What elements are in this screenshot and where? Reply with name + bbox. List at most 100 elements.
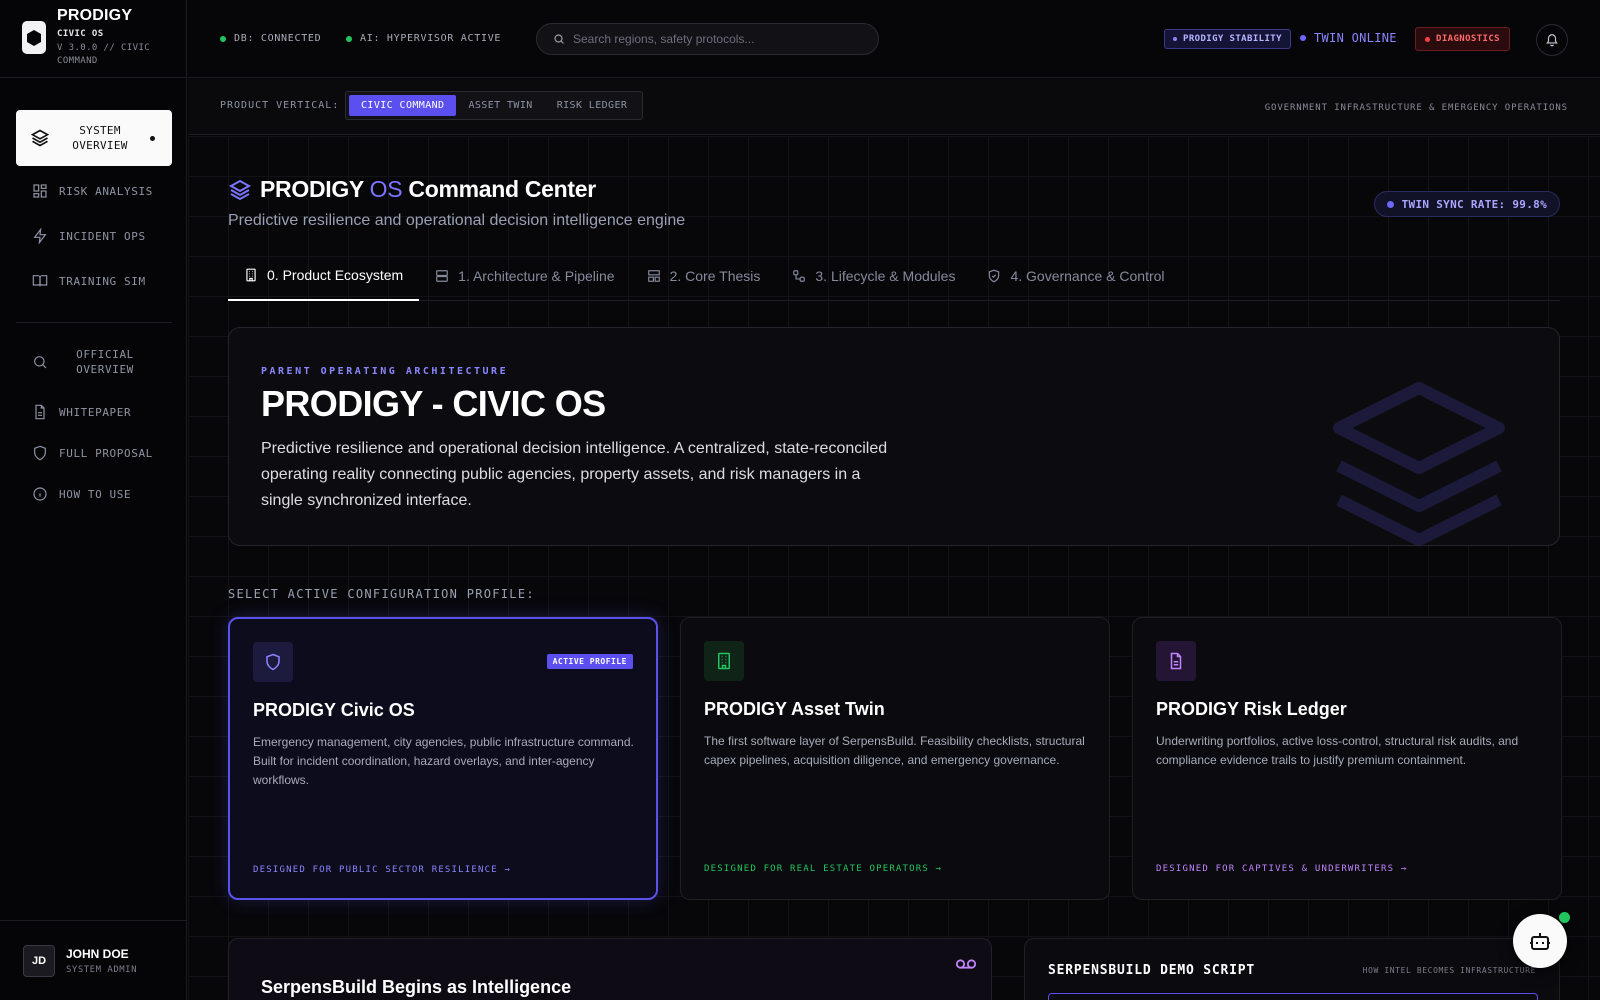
- sidebar-item-official-overview[interactable]: OFFICIAL OVERVIEW: [32, 347, 145, 377]
- brand-version: V 3.0.0 // CIVIC COMMAND: [57, 43, 151, 66]
- card-footer-link[interactable]: DESIGNED FOR PUBLIC SECTOR RESILIENCE →: [253, 865, 511, 875]
- search-icon: [554, 34, 564, 44]
- tab-label: 2. Core Thesis: [669, 267, 761, 284]
- status-dot: [346, 35, 352, 42]
- status-dot: [1425, 36, 1430, 42]
- user-profile[interactable]: JD JOHN DOE SYSTEM ADMIN: [0, 920, 187, 1000]
- brand: PRODIGY CIVIC OS V 3.0.0 // CIVIC COMMAN…: [0, 0, 186, 78]
- layers-icon: [30, 129, 50, 147]
- notifications-button[interactable]: [1536, 24, 1568, 56]
- db-status: DB: CONNECTED: [220, 33, 321, 44]
- page-title: PRODIGY OS Command Center: [228, 176, 596, 203]
- book-icon: [32, 275, 48, 287]
- panel-title: SerpensBuild Begins as Intelligence: [261, 977, 572, 997]
- brand-name: PRODIGY: [57, 7, 133, 24]
- tab-lifecycle-modules[interactable]: 3. Lifecycle & Modules: [776, 251, 971, 300]
- sync-rate-label: TWIN SYNC RATE: 99.8%: [1401, 197, 1547, 211]
- building-icon: [704, 641, 744, 681]
- config-label: SELECT ACTIVE CONFIGURATION PROFILE:: [228, 587, 535, 601]
- sidebar: PRODIGY CIVIC OS V 3.0.0 // CIVIC COMMAN…: [0, 0, 187, 1000]
- title-post: Command Center: [408, 176, 596, 202]
- tab-architecture-pipeline[interactable]: 1. Architecture & Pipeline: [419, 251, 630, 300]
- active-indicator: [150, 135, 155, 141]
- building-icon: [246, 268, 256, 282]
- avatar: JD: [23, 944, 55, 977]
- sidebar-item-label: FULL PROPOSAL: [59, 446, 153, 460]
- sidebar-item-label: HOW TO USE: [59, 487, 132, 501]
- vertical-option-risk-ledger[interactable]: RISK LEDGER: [545, 95, 640, 116]
- tab-label: 4. Governance & Control: [1010, 267, 1165, 284]
- search-input[interactable]: [573, 32, 863, 46]
- hero-panel: PARENT OPERATING ARCHITECTURE PRODIGY - …: [228, 327, 1560, 546]
- twin-status-label: TWIN ONLINE: [1314, 31, 1397, 45]
- dashboard-icon: [33, 184, 47, 198]
- search-icon: [34, 356, 47, 369]
- sidebar-item-incident-ops[interactable]: INCIDENT OPS: [32, 228, 146, 244]
- server-icon: [436, 269, 449, 282]
- twin-status: TWIN ONLINE: [1300, 31, 1397, 45]
- card-title: PRODIGY Asset Twin: [704, 699, 885, 719]
- diagnostics-label: DIAGNOSTICS: [1436, 34, 1501, 44]
- diagnostics-button[interactable]: DIAGNOSTICS: [1415, 27, 1511, 51]
- sidebar-item-full-proposal[interactable]: FULL PROPOSAL: [32, 445, 153, 461]
- search-box[interactable]: [536, 23, 879, 55]
- active-profile-badge: ACTIVE PROFILE: [546, 654, 633, 669]
- tab-product-ecosystem[interactable]: 0. Product Ecosystem: [228, 251, 420, 301]
- assistant-button[interactable]: [1513, 914, 1567, 968]
- voicemail-icon: [955, 959, 977, 969]
- workflow-icon: [793, 269, 806, 282]
- bot-icon: [1530, 933, 1550, 950]
- sidebar-item-how-to-use[interactable]: HOW TO USE: [32, 486, 131, 502]
- profile-card-asset-twin[interactable]: PRODIGY Asset Twin The first software la…: [680, 617, 1110, 900]
- status-dot: [1300, 35, 1306, 41]
- shield-check-icon: [989, 269, 1000, 282]
- hero-kicker: PARENT OPERATING ARCHITECTURE: [261, 366, 509, 377]
- layers-icon: [228, 179, 252, 200]
- sidebar-item-risk-analysis[interactable]: RISK ANALYSIS: [32, 183, 153, 199]
- ai-status-label: AI: HYPERVISOR ACTIVE: [360, 33, 502, 44]
- status-dot: [1173, 37, 1177, 41]
- sidebar-item-label: SYSTEM OVERVIEW: [72, 124, 128, 152]
- main-content: PRODIGY OS Command Center Predictive res…: [188, 136, 1600, 1000]
- sidebar-item-whitepaper[interactable]: WHITEPAPER: [32, 404, 131, 420]
- layers-watermark-icon: [1333, 382, 1505, 545]
- sidebar-item-label: RISK ANALYSIS: [59, 184, 153, 198]
- vertical-option-asset-twin[interactable]: ASSET TWIN: [456, 95, 544, 116]
- stability-label: PRODIGY STABILITY: [1183, 34, 1282, 44]
- tab-label: 3. Lifecycle & Modules: [815, 267, 956, 284]
- file-icon: [35, 404, 45, 420]
- sidebar-item-training-sim[interactable]: TRAINING SIM: [32, 273, 146, 289]
- demo-script-box[interactable]: [1048, 993, 1538, 1000]
- tab-governance-control[interactable]: 4. Governance & Control: [971, 251, 1180, 300]
- profile-card-civic-os[interactable]: ACTIVE PROFILE PRODIGY Civic OS Emergenc…: [228, 617, 658, 900]
- user-name: JOHN DOE: [66, 946, 129, 961]
- tab-bar: 0. Product Ecosystem 1. Architecture & P…: [228, 251, 1560, 301]
- status-dot: [220, 35, 226, 42]
- title-pre: PRODIGY: [260, 176, 364, 202]
- vertical-description: GOVERNMENT INFRASTRUCTURE & EMERGENCY OP…: [1264, 103, 1568, 113]
- card-footer-link[interactable]: DESIGNED FOR CAPTIVES & UNDERWRITERS →: [1156, 864, 1408, 874]
- zap-icon: [33, 228, 47, 244]
- stability-badge[interactable]: PRODIGY STABILITY: [1164, 29, 1291, 49]
- hero-description: Predictive resilience and operational de…: [261, 440, 888, 509]
- sidebar-item-label: TRAINING SIM: [59, 274, 146, 288]
- topbar: DB: CONNECTED AI: HYPERVISOR ACTIVE PROD…: [188, 0, 1600, 78]
- product-vertical-bar: PRODUCT VERTICAL: CIVIC COMMAND ASSET TW…: [188, 79, 1600, 135]
- card-title: PRODIGY Risk Ledger: [1156, 699, 1347, 719]
- assistant-online-dot: [1559, 912, 1570, 923]
- sidebar-divider: [16, 322, 172, 323]
- vertical-label: PRODUCT VERTICAL:: [220, 100, 340, 111]
- card-description: Emergency management, city agencies, pub…: [253, 735, 634, 787]
- sync-rate-badge: TWIN SYNC RATE: 99.8%: [1373, 191, 1560, 217]
- profile-card-risk-ledger[interactable]: PRODIGY Risk Ledger Underwriting portfol…: [1132, 617, 1562, 900]
- card-footer-link[interactable]: DESIGNED FOR REAL ESTATE OPERATORS →: [704, 864, 942, 874]
- shield-icon: [253, 642, 293, 682]
- sidebar-item-label: OFFICIAL OVERVIEW: [76, 348, 134, 376]
- user-role: SYSTEM ADMIN: [66, 964, 138, 975]
- vertical-option-civic-command[interactable]: CIVIC COMMAND: [349, 95, 457, 116]
- brand-sub: CIVIC OS: [57, 29, 104, 39]
- tab-label: 0. Product Ecosystem: [267, 267, 404, 283]
- ai-status: AI: HYPERVISOR ACTIVE: [346, 33, 501, 44]
- tab-core-thesis[interactable]: 2. Core Thesis: [631, 251, 777, 300]
- sidebar-item-system-overview[interactable]: SYSTEM OVERVIEW: [16, 110, 172, 166]
